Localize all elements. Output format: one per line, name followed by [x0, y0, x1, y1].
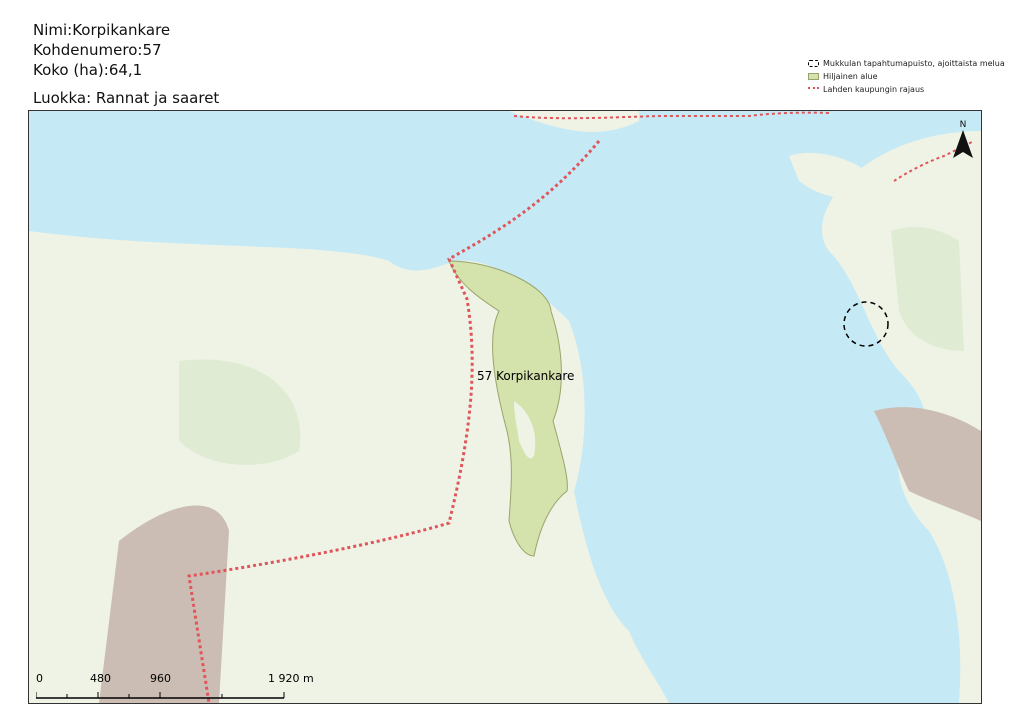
area-number: Kohdenumero:57 — [33, 41, 162, 59]
scale-bar: 0 480 960 1 920 m — [35, 671, 316, 707]
area-name: Nimi:Korpikankare — [33, 21, 171, 39]
legend-item-city-border: Lahden kaupungin rajaus — [808, 83, 1005, 96]
scale-label-480: 480 — [90, 672, 111, 685]
north-label: N — [959, 120, 967, 130]
map-frame[interactable]: 57 Korpikankare — [28, 110, 982, 704]
north-arrow: N — [952, 120, 974, 164]
legend-label-quiet-area: Hiljainen alue — [823, 72, 878, 81]
area-class: Luokka: Rannat ja saaret — [33, 89, 220, 107]
legend-label-event-park: Mukkulan tapahtumapuisto, ajoittaista me… — [823, 59, 1005, 68]
area-label-korpikankare: 57 Korpikankare — [477, 369, 574, 383]
map-canvas[interactable]: 57 Korpikankare — [29, 111, 981, 703]
legend-item-quiet-area: Hiljainen alue — [808, 70, 1005, 83]
red-dotted-line-icon — [808, 86, 819, 94]
area-size: Koko (ha):64,1 — [33, 61, 143, 79]
green-area-icon — [808, 73, 819, 80]
scale-label-1920: 1 920 m — [268, 672, 314, 685]
map-header: Nimi:Korpikankare Kohdenumero:57 Koko (h… — [33, 20, 219, 108]
map-legend: Mukkulan tapahtumapuisto, ajoittaista me… — [808, 57, 1005, 96]
scale-label-960: 960 — [150, 672, 171, 685]
dashed-circle-icon — [808, 60, 819, 67]
legend-label-city-border: Lahden kaupungin rajaus — [823, 85, 925, 94]
scale-label-0: 0 — [36, 672, 43, 685]
legend-item-event-park: Mukkulan tapahtumapuisto, ajoittaista me… — [808, 57, 1005, 70]
north-arrow-icon — [953, 130, 973, 158]
scale-bar-graphic: 0 480 960 1 920 m — [35, 672, 314, 699]
